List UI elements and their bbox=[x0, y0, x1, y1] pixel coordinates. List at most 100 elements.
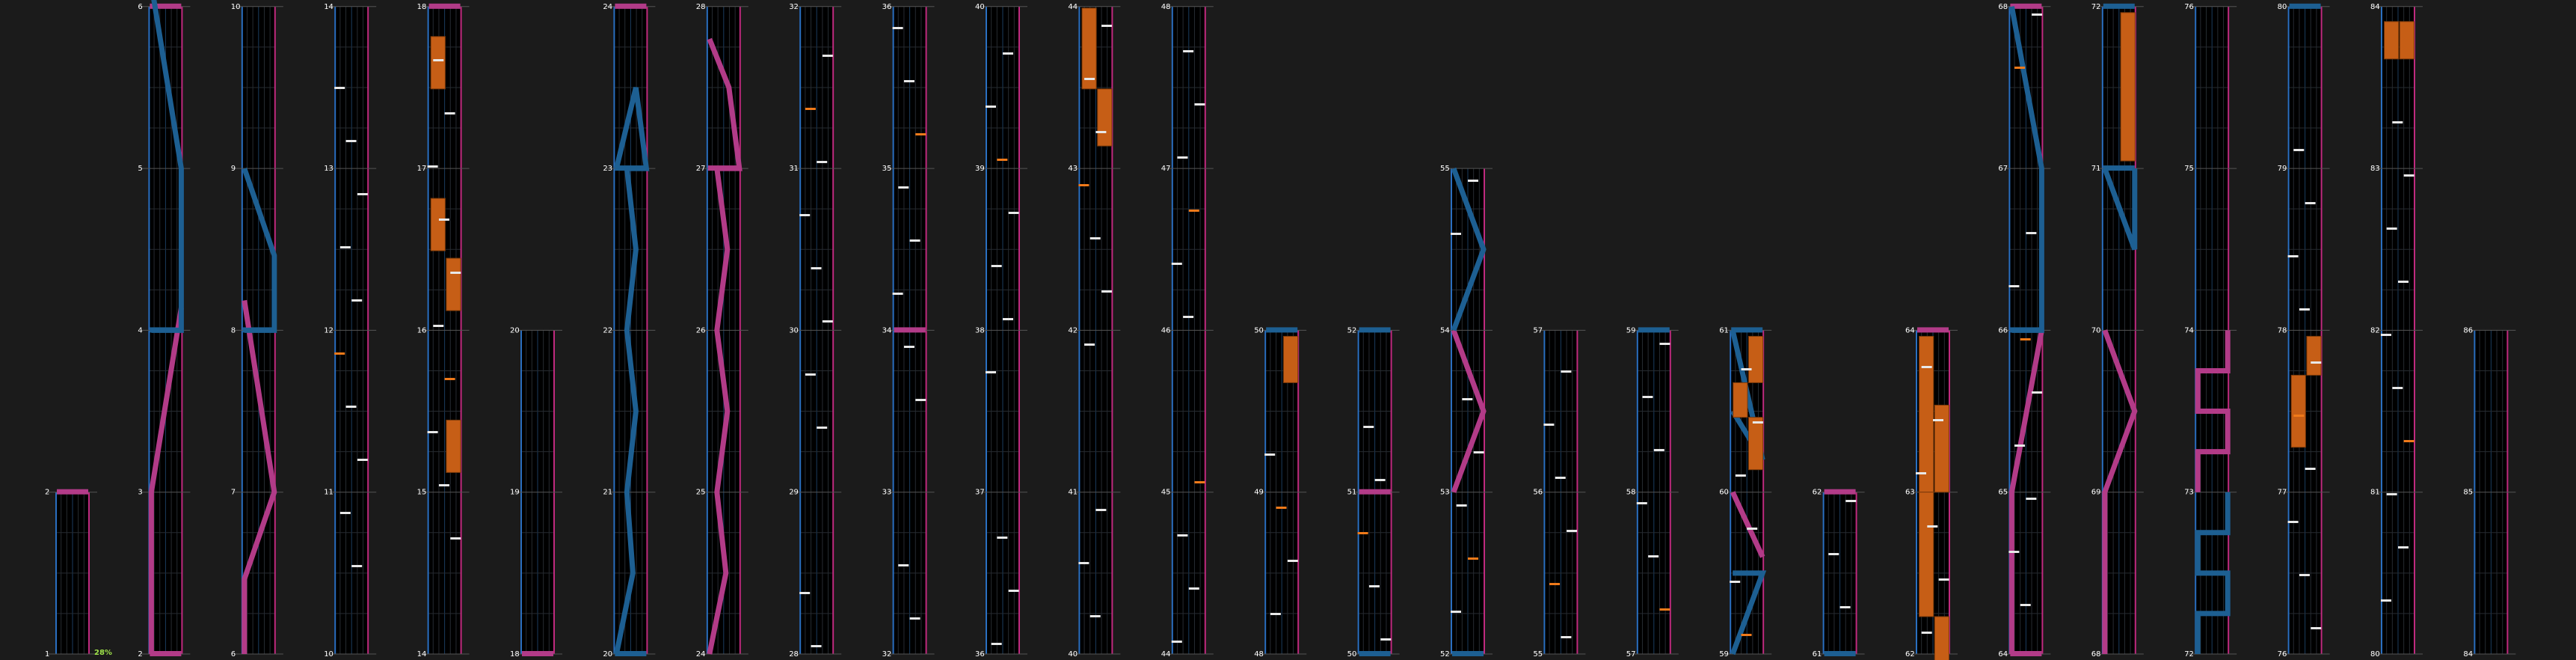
tap-note[interactable] bbox=[427, 165, 438, 168]
tap-note[interactable] bbox=[1357, 532, 1368, 534]
slider-endpoint-bar[interactable] bbox=[2289, 3, 2321, 9]
measure-column[interactable]: 50 51 52 bbox=[1347, 326, 1400, 659]
tap-note[interactable] bbox=[438, 219, 449, 221]
hold-note[interactable] bbox=[2120, 12, 2136, 162]
measure-column[interactable]: 32 33 34 35 36 bbox=[882, 3, 935, 659]
tap-note[interactable] bbox=[1287, 560, 1298, 562]
tap-note[interactable] bbox=[444, 112, 455, 114]
measure-column[interactable]: 55 56 57 bbox=[1533, 326, 1586, 659]
tap-note[interactable] bbox=[2403, 440, 2414, 442]
measure-column[interactable]: 28 29 30 31 32 bbox=[789, 3, 842, 659]
tap-note[interactable] bbox=[986, 371, 996, 373]
tap-note[interactable] bbox=[1089, 615, 1101, 617]
tap-note[interactable] bbox=[1101, 290, 1113, 293]
tap-note[interactable] bbox=[1549, 583, 1561, 585]
tap-note[interactable] bbox=[1084, 343, 1095, 346]
measure-column[interactable]: 18 19 20 bbox=[510, 326, 562, 659]
tap-note[interactable] bbox=[351, 299, 363, 302]
tap-note[interactable] bbox=[2293, 415, 2305, 417]
hold-note[interactable] bbox=[430, 36, 446, 90]
tap-note[interactable] bbox=[1194, 103, 1205, 106]
tap-note[interactable] bbox=[2287, 521, 2299, 523]
tap-note[interactable] bbox=[799, 214, 811, 216]
tap-note[interactable] bbox=[1089, 237, 1101, 239]
tap-note[interactable] bbox=[2008, 285, 2020, 287]
tap-note[interactable] bbox=[2026, 232, 2037, 234]
slider-endpoint-bar[interactable] bbox=[615, 3, 647, 9]
tap-note[interactable] bbox=[2299, 308, 2310, 311]
slider-endpoint-bar[interactable] bbox=[522, 651, 553, 656]
measure-column[interactable]: 76 77 78 79 80 bbox=[2278, 3, 2330, 659]
hold-note[interactable] bbox=[1919, 335, 1934, 493]
tap-note[interactable] bbox=[2403, 174, 2414, 177]
measure-column[interactable]: 14 15 16 17 18 bbox=[417, 3, 470, 659]
tap-note[interactable] bbox=[2398, 281, 2409, 283]
tap-note[interactable] bbox=[1468, 180, 1478, 182]
hold-note[interactable] bbox=[1919, 492, 1934, 617]
tap-note[interactable] bbox=[450, 272, 461, 274]
tap-note[interactable] bbox=[1741, 368, 1752, 370]
tap-note[interactable] bbox=[2014, 67, 2026, 69]
tap-note[interactable] bbox=[2381, 599, 2391, 602]
tap-note[interactable] bbox=[1752, 421, 1763, 424]
tap-note[interactable] bbox=[1451, 233, 1461, 235]
hold-note[interactable] bbox=[1081, 7, 1097, 90]
tap-note[interactable] bbox=[805, 373, 816, 376]
tap-note[interactable] bbox=[1927, 525, 1938, 528]
tap-note[interactable] bbox=[1095, 509, 1107, 511]
tap-note[interactable] bbox=[345, 406, 357, 408]
tap-note[interactable] bbox=[2287, 255, 2299, 257]
tap-note[interactable] bbox=[909, 239, 920, 242]
hold-note[interactable] bbox=[2384, 21, 2400, 60]
hold-note[interactable] bbox=[1097, 88, 1113, 147]
tap-note[interactable] bbox=[427, 431, 438, 433]
measure-column[interactable]: 48 49 50 bbox=[1254, 326, 1307, 659]
tap-note[interactable] bbox=[1735, 474, 1746, 477]
tap-note[interactable] bbox=[1177, 534, 1188, 537]
tap-note[interactable] bbox=[1276, 507, 1287, 509]
tap-note[interactable] bbox=[438, 484, 449, 486]
measure-column[interactable]: 44 45 46 47 48 bbox=[1161, 3, 1214, 659]
tap-note[interactable] bbox=[2311, 361, 2322, 364]
slider-endpoint-bar[interactable] bbox=[2010, 651, 2042, 656]
tap-note[interactable] bbox=[811, 645, 822, 647]
tap-note[interactable] bbox=[898, 564, 909, 566]
tap-note[interactable] bbox=[892, 293, 903, 295]
tap-note[interactable] bbox=[1933, 419, 1943, 421]
tap-note[interactable] bbox=[1451, 611, 1461, 613]
measure-column[interactable]: 68 69 70 71 72 bbox=[2091, 3, 2144, 659]
tap-note[interactable] bbox=[915, 133, 926, 135]
tap-note[interactable] bbox=[1921, 632, 1932, 634]
tap-note[interactable] bbox=[2032, 391, 2043, 394]
tap-note[interactable] bbox=[997, 159, 1008, 161]
slider-endpoint-bar[interactable] bbox=[615, 651, 647, 656]
tap-note[interactable] bbox=[1462, 398, 1473, 400]
tap-note[interactable] bbox=[986, 106, 996, 108]
tap-note[interactable] bbox=[2032, 13, 2043, 16]
tap-note[interactable] bbox=[1642, 396, 1653, 398]
tap-note[interactable] bbox=[1008, 212, 1019, 214]
tap-note[interactable] bbox=[1653, 449, 1664, 451]
hold-note[interactable] bbox=[2306, 335, 2322, 376]
chart-overview-canvas[interactable]: 1223456678910101112131414151617181819202… bbox=[0, 0, 2576, 660]
tap-note[interactable] bbox=[909, 617, 920, 620]
measure-column[interactable]: 40 41 42 43 44 bbox=[1068, 3, 1121, 659]
slider-endpoint-bar[interactable] bbox=[1731, 327, 1763, 333]
tap-note[interactable] bbox=[1194, 481, 1205, 483]
tap-note[interactable] bbox=[822, 55, 833, 57]
hold-note[interactable] bbox=[1934, 404, 1949, 493]
slider-endpoint-bar[interactable] bbox=[1266, 327, 1298, 333]
tap-note[interactable] bbox=[2026, 498, 2037, 500]
tap-note[interactable] bbox=[1747, 528, 1758, 530]
tap-note[interactable] bbox=[433, 325, 444, 327]
slider-endpoint-bar[interactable] bbox=[2103, 3, 2135, 9]
slider-endpoint-bar[interactable] bbox=[2010, 3, 2042, 9]
tap-note[interactable] bbox=[2014, 444, 2026, 447]
tap-note[interactable] bbox=[2008, 551, 2020, 553]
tap-note[interactable] bbox=[822, 320, 833, 323]
tap-note[interactable] bbox=[1555, 477, 1566, 479]
measure-column[interactable]: 61 62 bbox=[1813, 489, 1865, 659]
tap-note[interactable] bbox=[2381, 334, 2391, 336]
tap-note[interactable] bbox=[1567, 530, 1578, 532]
tap-note[interactable] bbox=[1473, 451, 1484, 453]
